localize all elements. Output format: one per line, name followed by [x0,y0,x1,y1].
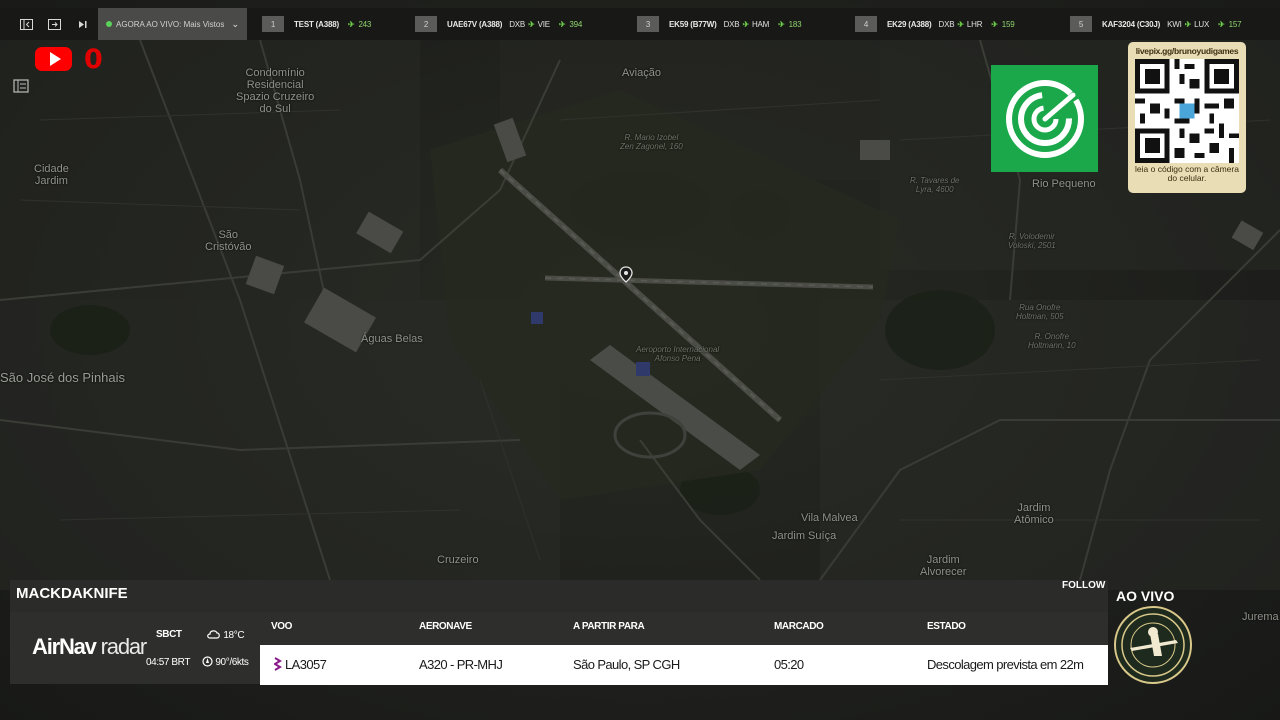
ticker-flight-1[interactable]: 1 TEST (A388) ✈ 243 [262,8,415,40]
plane-icon: ✈ [742,19,749,29]
map-label-cruzeiro: Cruzeiro [437,554,479,566]
map-label-aguas-belas: Águas Belas [361,333,423,345]
cell-scheduled: 05:20 [774,657,804,672]
ticker-count: 183 [788,19,802,29]
map-label-r-volodemir: R. Volodemir Voloski, 2501 [1008,232,1056,250]
plane-icon: ✈ [991,19,998,29]
ticker-flight-5[interactable]: 5 KAF3204 (C30J) KWI ✈ LUX ✈ 157 [1070,8,1242,40]
qr-hint: leia o código com a câmera do celular. [1135,164,1239,183]
sidebar-toggle-icon[interactable] [12,8,40,40]
ticker-dest: HAM [751,19,770,29]
wind-compass-icon [202,656,213,667]
skip-icon[interactable] [68,8,96,40]
donation-qr-panel: livepix.gg/brunoyudigames leia o código … [1128,42,1246,193]
map-label-rio-pequeno: Rio Pequeno [1032,178,1096,190]
flightradar-logo-icon [991,65,1098,172]
map-label-cidade-jardim: Cidade Jardim [34,163,69,187]
map-label-sao-cristovao: São Cristóvão [205,229,252,253]
top-ticker-bar: AGORA AO VIVO: Mais Vistos ⌄ 1 TEST (A38… [0,8,1280,40]
header-scheduled: MARCADO [774,621,824,632]
ticker-origin: DXB [723,19,740,29]
ticker-flight: EK29 (A388) [887,19,932,29]
plane-icon: ✈ [558,19,566,29]
plane-icon: ✈ [1184,19,1192,29]
local-time: 04:57 BRT [146,657,191,668]
map-label-condominio: Condomínio Residencial Spazio Cruzeiro d… [236,67,315,115]
plane-icon: ✈ [1218,19,1225,29]
live-select-label: AGORA AO VIVO: Mais Vistos [116,19,225,29]
live-feed-select[interactable]: AGORA AO VIVO: Mais Vistos ⌄ [98,8,247,40]
callsign-title: MACKDAKNIFE [16,585,128,602]
youtube-count: 0 [84,44,103,75]
ticker-flight: EK59 (B77W) [669,19,717,29]
airport-code: SBCT [156,629,182,640]
map-label-aviacao: Aviação [622,67,661,79]
ticker-origin: KWI [1167,19,1182,29]
plane-icon: ✈ [957,19,964,29]
live-dot-icon [106,21,112,27]
ticker-count: 157 [1228,19,1242,29]
plane-icon: ✈ [778,19,785,29]
airnav-logo: AirNav radar [32,634,148,660]
plane-icon: ✈ [347,19,355,29]
plane-icon: ✈ [528,19,535,29]
wind-value: 90°/6kts [215,657,249,668]
map-label-r-tavares: R. Tavares de Lyra, 4600 [910,176,960,194]
qr-code-icon[interactable] [1135,59,1239,163]
follow-button[interactable]: FOLLOW [1062,580,1105,591]
ticker-rank: 3 [637,16,659,32]
ticker-rank: 5 [1070,16,1092,32]
map-label-r-mario: R. Mario Izobel Zen Zagonel, 160 [620,133,683,151]
map-label-r-onofre: R. Onofre Holtmann, 10 [1028,332,1076,350]
header-route: A PARTIR PARA [573,621,645,632]
temperature: 18°C [207,627,245,641]
map-label-jurema: Jurema [1242,611,1279,623]
ticker-dest: VIE [537,19,551,29]
live-label: AO VIVO [1116,588,1175,604]
flight-panel-header [10,580,1108,612]
list-icon[interactable] [13,79,29,93]
airline-logo-icon [274,657,282,671]
map-label-jardim-atomico: Jardim Atômico [1014,502,1054,526]
airnav-brand-sub: radar [100,634,148,659]
ticker-flight-4[interactable]: 4 EK29 (A388) DXB ✈ LHR ✈ 159 [855,8,1070,40]
map-label-aeroporto: Aeroporto Internacional Afonso Pena [636,345,720,363]
map-label-rua-onofre: Rua Onofre Holtman, 505 [1016,303,1064,321]
ticker-count: 243 [358,19,372,29]
ticker-flight: KAF3204 (C30J) [1102,19,1161,29]
map-label-jardim-alvorecer: Jardim Alvorecer [920,554,967,578]
header-aircraft: AERONAVE [419,621,472,632]
ticker-flight-2[interactable]: 2 UAE67V (A388) DXB ✈ VIE ✈ 394 [415,8,637,40]
youtube-icon[interactable] [35,47,72,71]
ticker-flight-3[interactable]: 3 EK59 (B77W) DXB ✈ HAM ✈ 183 [637,8,855,40]
chevron-down-icon: ⌄ [231,18,239,29]
header-status: ESTADO [927,621,966,632]
ticker-count: 159 [1001,19,1015,29]
ticker-origin: DXB [509,19,526,29]
ticker-rank: 4 [855,16,877,32]
map-label-sao-jose: São José dos Pinhais [0,370,126,385]
expand-icon[interactable] [40,8,68,40]
ticker-dest: LUX [1194,19,1210,29]
cell-aircraft: A320 - PR-MHJ [419,657,503,672]
temperature-value: 18°C [223,630,245,641]
map-label-jardim-suica: Jardim Suíça [772,530,837,542]
ticker-rank: 2 [415,16,437,32]
cell-status: Descolagem prevista em 22m [927,657,1084,672]
channel-badge-icon [1114,606,1192,684]
cell-route: São Paulo, SP CGH [573,657,680,672]
ticker-rank: 1 [262,16,284,32]
ticker-flight: TEST (A388) [294,19,339,29]
ticker-dest: LHR [966,19,983,29]
wind: 90°/6kts [202,656,249,668]
airnav-brand: AirNav [32,634,97,659]
header-flight: VOO [271,621,293,632]
ticker-origin: DXB [938,19,955,29]
map-label-vila-malvea: Vila Malvea [801,512,858,524]
cell-flight: LA3057 [285,657,327,672]
qr-url: livepix.gg/brunoyudigames [1135,46,1239,56]
ticker-flight: UAE67V (A388) [447,19,503,29]
weather-cloud-icon [207,630,220,639]
ticker-count: 394 [569,19,583,29]
